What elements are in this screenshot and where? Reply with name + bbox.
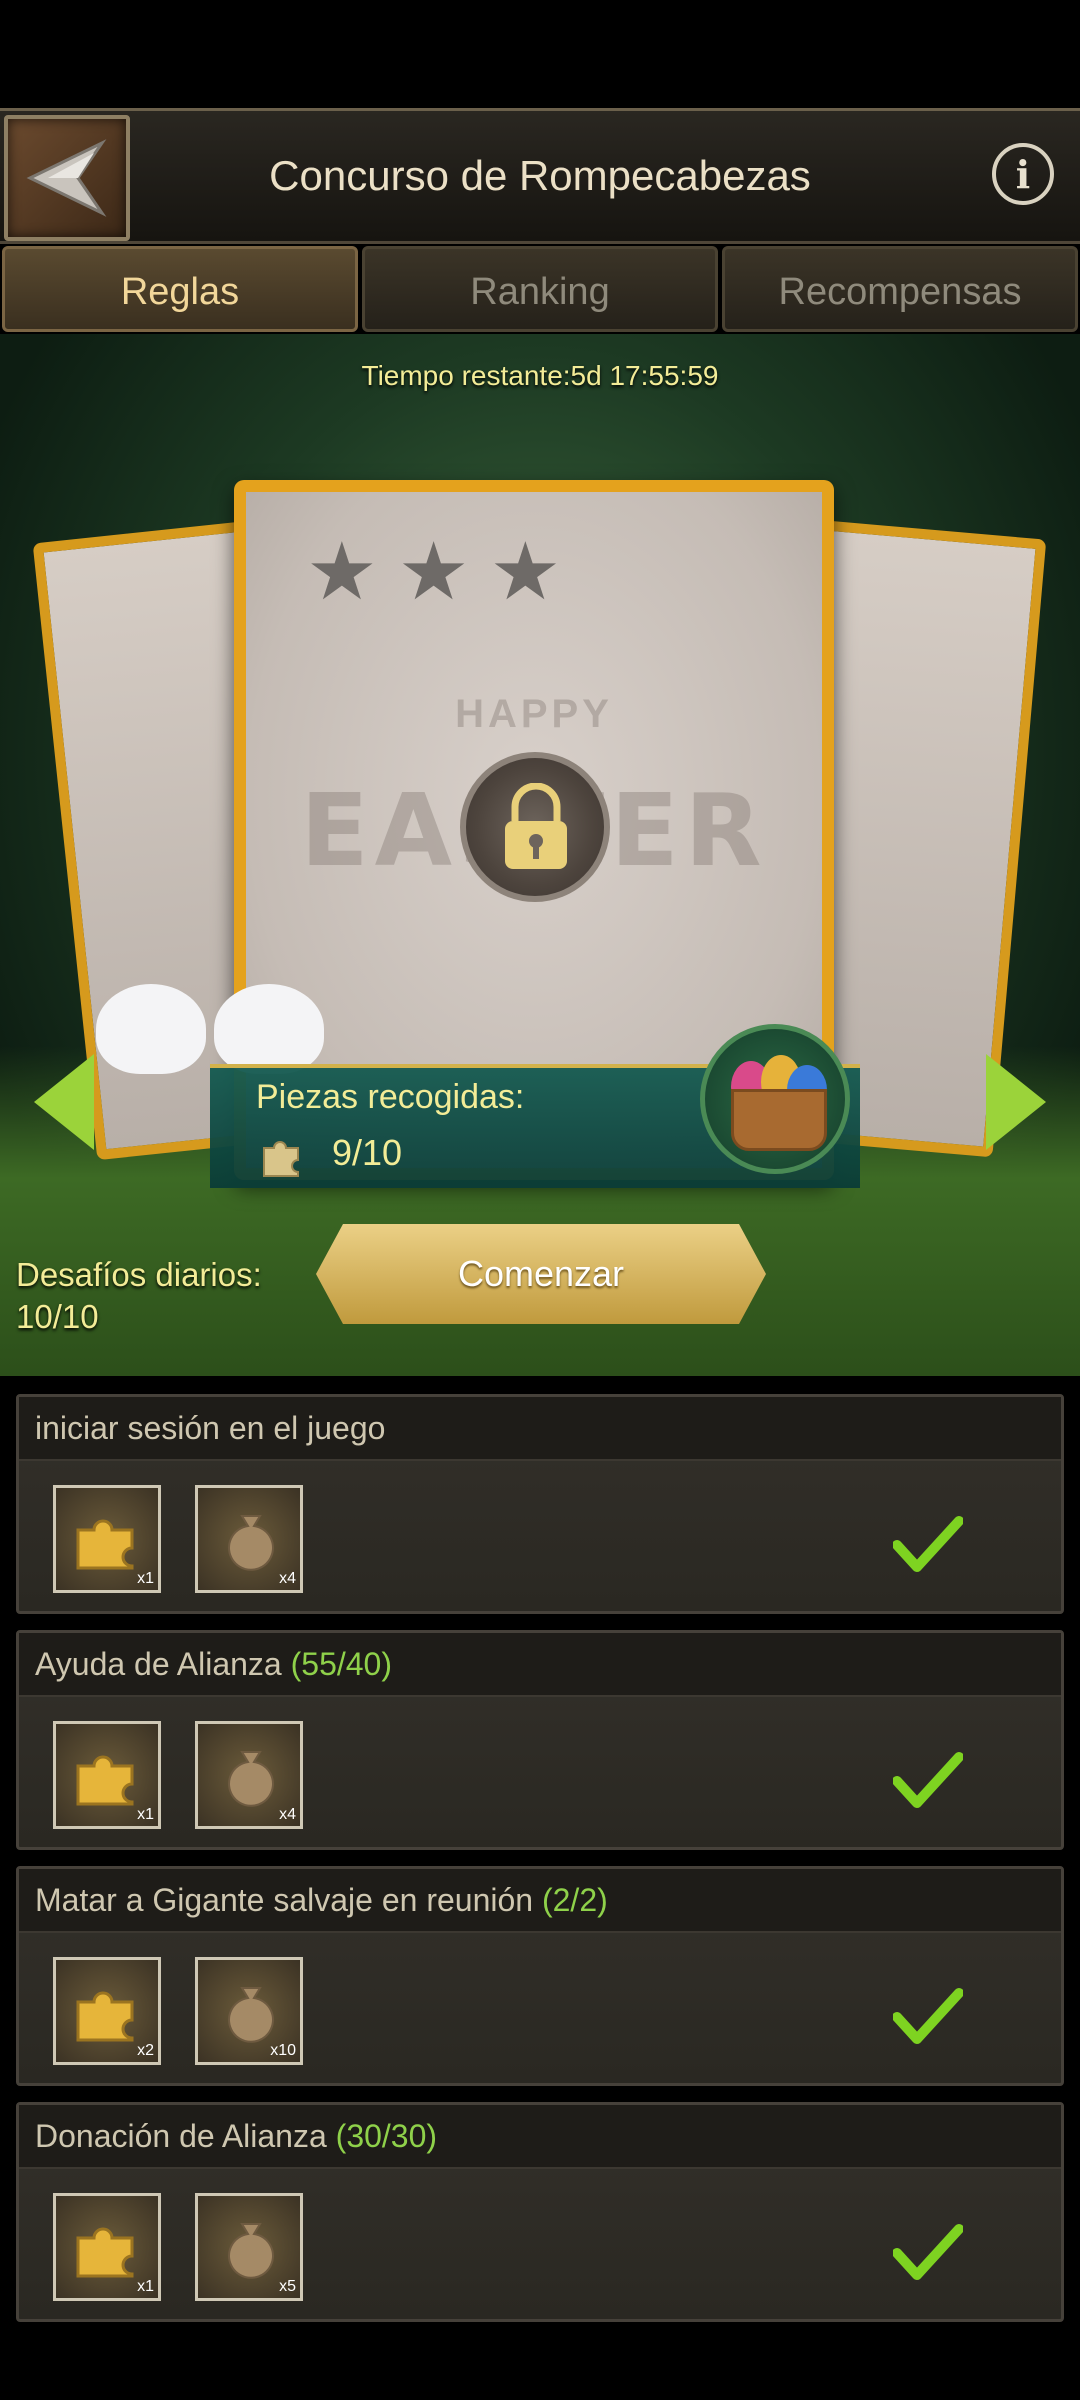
reward-quantity: x2 bbox=[137, 2042, 154, 2059]
reward-item[interactable]: x4 bbox=[195, 1721, 303, 1829]
task-title: iniciar sesión en el juego bbox=[19, 1397, 1061, 1461]
tab-ranking[interactable]: Ranking bbox=[362, 246, 718, 332]
previous-arrow-icon[interactable] bbox=[34, 1054, 94, 1150]
pieces-label: Piezas recogidas: bbox=[256, 1078, 525, 1116]
puzzle-hero-banner: Tiempo restante:5d 17:55:59 ★ ★ ★ HAPPY … bbox=[0, 334, 1080, 1376]
daily-challenges: Desafíos diarios: 10/10 bbox=[16, 1254, 262, 1338]
bunny-decoration bbox=[214, 984, 324, 1074]
tab-recompensas[interactable]: Recompensas bbox=[722, 246, 1078, 332]
reward-item[interactable]: x10 bbox=[195, 1957, 303, 2065]
reward-item[interactable]: x5 bbox=[195, 2193, 303, 2301]
lock-icon bbox=[460, 752, 610, 902]
reward-quantity: x4 bbox=[279, 1806, 296, 1823]
task-row: Ayuda de Alianza (55/40) x1 x4 bbox=[16, 1630, 1064, 1850]
resource-bag-icon bbox=[228, 1751, 274, 1807]
task-rewards: x1 x5 bbox=[53, 2193, 303, 2301]
puzzle-piece-icon bbox=[76, 2227, 134, 2278]
task-row: Matar a Gigante salvaje en reunión (2/2)… bbox=[16, 1866, 1064, 2086]
info-icon[interactable]: i bbox=[992, 143, 1054, 205]
task-rewards: x1 x4 bbox=[53, 1485, 303, 1593]
checkmark-icon bbox=[893, 1516, 963, 1572]
reward-item[interactable]: x1 bbox=[53, 1721, 161, 1829]
back-arrow-icon bbox=[26, 139, 107, 217]
task-row: Donación de Alianza (30/30) x1 x5 bbox=[16, 2102, 1064, 2322]
reward-quantity: x1 bbox=[137, 2278, 154, 2295]
checkmark-icon bbox=[893, 1988, 963, 2044]
reward-quantity: x4 bbox=[279, 1570, 296, 1587]
task-title: Matar a Gigante salvaje en reunión (2/2) bbox=[19, 1869, 1061, 1933]
bunny-decoration bbox=[96, 984, 206, 1074]
card-happy-text: HAPPY bbox=[455, 692, 613, 736]
time-remaining: Tiempo restante:5d 17:55:59 bbox=[361, 360, 719, 391]
reward-quantity: x10 bbox=[270, 2042, 296, 2059]
daily-challenges-label: Desafíos diarios: bbox=[16, 1256, 262, 1293]
reward-item[interactable]: x2 bbox=[53, 1957, 161, 2065]
task-rewards: x1 x4 bbox=[53, 1721, 303, 1829]
checkmark-icon bbox=[893, 2224, 963, 2280]
task-title: Donación de Alianza (30/30) bbox=[19, 2105, 1061, 2169]
star-icon: ★ bbox=[397, 527, 470, 616]
reward-quantity: x1 bbox=[137, 1570, 154, 1587]
reward-quantity: x1 bbox=[137, 1806, 154, 1823]
reward-item[interactable]: x4 bbox=[195, 1485, 303, 1593]
task-rewards: x2 x10 bbox=[53, 1957, 303, 2065]
puzzle-piece-icon bbox=[76, 1755, 134, 1806]
reward-item[interactable]: x1 bbox=[53, 2193, 161, 2301]
star-icon: ★ bbox=[306, 527, 378, 616]
easter-basket-icon[interactable] bbox=[700, 1024, 850, 1174]
start-button[interactable]: Comenzar bbox=[316, 1224, 766, 1324]
star-icon: ★ bbox=[489, 527, 562, 616]
star-rating: ★ ★ ★ bbox=[306, 532, 561, 612]
task-title: Ayuda de Alianza (55/40) bbox=[19, 1633, 1061, 1697]
header-bar: Concurso de Rompecabezas i bbox=[0, 108, 1080, 244]
reward-quantity: x5 bbox=[279, 2278, 296, 2295]
next-arrow-icon[interactable] bbox=[986, 1054, 1046, 1150]
puzzle-piece-icon bbox=[76, 1519, 134, 1570]
puzzle-piece-icon bbox=[76, 1991, 134, 2042]
daily-challenges-count: 10/10 bbox=[16, 1298, 99, 1335]
resource-bag-icon bbox=[228, 2223, 274, 2279]
page-title: Concurso de Rompecabezas bbox=[269, 152, 811, 199]
task-row: iniciar sesión en el juego x1 x4 bbox=[16, 1394, 1064, 1614]
puzzle-piece-icon bbox=[263, 1141, 299, 1177]
task-list: iniciar sesión en el juego x1 x4 Ayuda d… bbox=[16, 1394, 1064, 2338]
resource-bag-icon bbox=[228, 1987, 274, 2043]
tab-bar: Reglas Ranking Recompensas bbox=[0, 246, 1080, 334]
tab-reglas[interactable]: Reglas bbox=[2, 246, 358, 332]
reward-item[interactable]: x1 bbox=[53, 1485, 161, 1593]
back-button[interactable] bbox=[4, 115, 130, 241]
resource-bag-icon bbox=[228, 1515, 274, 1571]
checkmark-icon bbox=[893, 1752, 963, 1808]
pieces-count: 9/10 bbox=[332, 1132, 403, 1173]
